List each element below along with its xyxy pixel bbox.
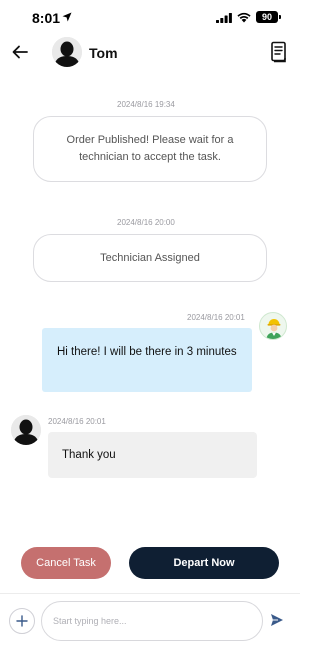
technician-avatar [259, 312, 287, 340]
depart-now-button[interactable]: Depart Now [129, 547, 279, 579]
wifi-icon [237, 12, 251, 23]
incoming-message-text: Thank you [62, 449, 116, 461]
system-message-text: Order Published! Please wait for a techn… [66, 134, 234, 163]
silhouette-avatar-icon [52, 37, 82, 67]
message-input[interactable] [41, 601, 263, 641]
location-arrow-icon [62, 12, 72, 22]
incoming-message: Thank you [48, 432, 257, 478]
system-message: Technician Assigned [33, 234, 267, 282]
signal-icon [216, 13, 232, 23]
contact-avatar [11, 415, 41, 445]
message-timestamp: 2024/8/16 20:01 [48, 417, 106, 426]
outgoing-message: Hi there! I will be there in 3 minutes [42, 328, 252, 392]
message-timestamp: 2024/8/16 20:01 [187, 313, 245, 322]
message-timestamp: 2024/8/16 20:00 [117, 218, 175, 227]
technician-avatar-icon [266, 319, 282, 339]
battery-icon: 90 [256, 11, 281, 23]
status-bar: 8:01 90 [0, 0, 300, 34]
send-icon[interactable] [270, 613, 284, 627]
system-message: Order Published! Please wait for a techn… [33, 116, 267, 182]
plus-icon [16, 615, 28, 627]
system-message-text: Technician Assigned [100, 251, 200, 264]
message-timestamp: 2024/8/16 19:34 [117, 100, 175, 109]
status-time: 8:01 [32, 10, 61, 26]
composer-divider [0, 593, 300, 594]
contact-avatar[interactable] [52, 37, 82, 67]
contact-name[interactable]: Tom [89, 45, 118, 61]
silhouette-avatar-icon [11, 415, 41, 445]
cancel-task-button[interactable]: Cancel Task [21, 547, 111, 579]
back-arrow-icon[interactable] [10, 42, 30, 62]
chat-header: Tom [0, 34, 300, 74]
outgoing-message-text: Hi there! I will be there in 3 minutes [57, 346, 237, 358]
add-attachment-button[interactable] [9, 608, 35, 634]
document-icon[interactable] [270, 41, 288, 63]
